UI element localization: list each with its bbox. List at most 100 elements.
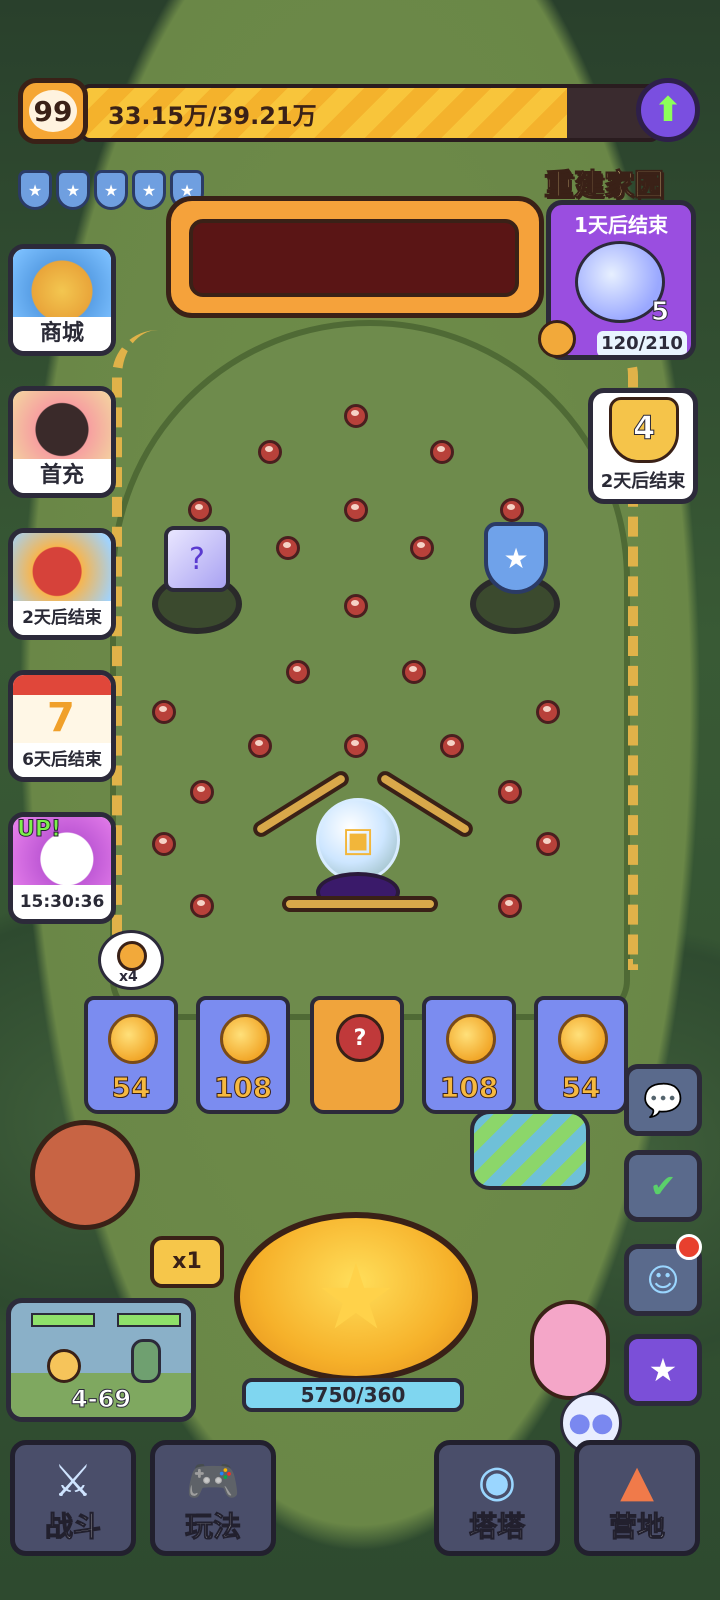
peg: [276, 536, 300, 560]
marquee-sign: [166, 196, 544, 318]
key-icon: [117, 941, 147, 971]
nav-tata-label: 塔塔: [468, 1510, 525, 1544]
peg: [536, 832, 560, 856]
trophy-event-count: 4: [632, 409, 656, 448]
star-icon: ★: [315, 1244, 397, 1350]
gift-bubble-icon: ▣: [316, 798, 400, 882]
key-icon: [538, 320, 576, 358]
coin-pile-icon: [108, 1014, 158, 1064]
gift-box-decoration: [470, 1110, 590, 1190]
first-recharge-label: 首充: [13, 459, 111, 493]
crossed-swords-icon: ⚔: [53, 1455, 93, 1507]
enemy-hp-bar: [117, 1313, 181, 1327]
up-pet-event-button[interactable]: UP! 15:30:36: [8, 812, 116, 924]
guild-button[interactable]: ★: [624, 1334, 702, 1406]
hero-sprite: [47, 1349, 81, 1383]
gamepad-icon: 🎮: [185, 1456, 241, 1507]
bird-event-icon: [13, 533, 111, 603]
shield-icon: ★: [94, 170, 128, 210]
coin-progress: 5750/360: [242, 1378, 464, 1412]
up-pet-timer: 15:30:36: [13, 885, 111, 919]
peg: [440, 734, 464, 758]
friends-icon: ☺: [646, 1261, 680, 1299]
shop-label: 商城: [13, 317, 111, 351]
trophy-event-timer: 2天后结束: [600, 471, 686, 492]
cat-emblem-icon: ★: [648, 1351, 678, 1389]
pink-pet-decoration: [530, 1300, 610, 1400]
zombie-sprite: [131, 1339, 161, 1383]
reward-slot: 108: [196, 996, 290, 1114]
coin-pile-icon: [220, 1014, 270, 1064]
cannon-decoration: [30, 1120, 140, 1230]
peg: [500, 498, 524, 522]
peg: [344, 734, 368, 758]
key-bubble: x4: [98, 930, 164, 990]
peg: [498, 894, 522, 918]
bird-event-button[interactable]: 2天后结束: [8, 528, 116, 640]
peg: [152, 700, 176, 724]
peg: [190, 894, 214, 918]
first-recharge-button[interactable]: 首充: [8, 386, 116, 498]
peg: [402, 660, 426, 684]
nav-battle[interactable]: ⚔ 战斗: [10, 1440, 136, 1556]
big-shield-icon: ★: [484, 522, 548, 594]
marquee-screen: [189, 219, 519, 297]
tent-icon: ▲: [620, 1455, 654, 1507]
slot-value: 108: [213, 1071, 273, 1105]
nav-battle-label: 战斗: [44, 1510, 101, 1544]
calendar-event-timer: 6天后结束: [13, 743, 111, 777]
cat-robot-icon: ◉: [477, 1455, 517, 1507]
chat-button[interactable]: 💬: [624, 1064, 702, 1136]
calendar-event-button[interactable]: 7 6天后结束: [8, 670, 116, 782]
player-hp-bar: [31, 1313, 95, 1327]
peg: [258, 440, 282, 464]
notification-dot: [676, 1234, 702, 1260]
coin-pile-icon: [558, 1014, 608, 1064]
bottom-rail: [282, 896, 438, 912]
peg: [410, 536, 434, 560]
peg: [152, 832, 176, 856]
slot-value: 54: [561, 1071, 601, 1105]
xp-text: 33.15万/39.21万: [108, 102, 317, 130]
tasks-button[interactable]: ✔: [624, 1150, 702, 1222]
up-badge: UP!: [16, 817, 62, 843]
peg: [536, 700, 560, 724]
launch-coin-button[interactable]: ★: [234, 1212, 478, 1382]
peg: [286, 660, 310, 684]
field-rail-left: [112, 330, 158, 970]
special-reward-slot: ?: [310, 996, 404, 1114]
first-recharge-icon: [13, 391, 111, 461]
player-level: 99: [29, 90, 77, 132]
nav-gameplay[interactable]: 🎮 玩法: [150, 1440, 276, 1556]
rebuild-event-count: 5: [650, 297, 670, 328]
shop-basket-icon: [13, 249, 111, 319]
peg: [344, 404, 368, 428]
coin-pile-icon: [446, 1014, 496, 1064]
clipboard-check-icon: ✔: [649, 1167, 677, 1205]
nav-tata[interactable]: ◉ 塔塔: [434, 1440, 560, 1556]
shop-button[interactable]: 商城: [8, 244, 116, 356]
nav-gameplay-label: 玩法: [184, 1510, 241, 1544]
mystery-star-icon: ?: [336, 1014, 384, 1062]
shield-icon: ★: [18, 170, 52, 210]
reward-slot: 54: [534, 996, 628, 1114]
peg: [344, 498, 368, 522]
multiplier-button[interactable]: x1: [150, 1236, 224, 1288]
rebuild-event-timer: 1天后结束: [574, 213, 668, 237]
player-level-badge[interactable]: 99: [18, 78, 88, 144]
nav-camp[interactable]: ▲ 营地: [574, 1440, 700, 1556]
chat-icon: 💬: [643, 1081, 683, 1119]
peg: [498, 780, 522, 804]
shield-icon: ★: [132, 170, 166, 210]
peg: [430, 440, 454, 464]
stage-label: 4-69: [70, 1385, 132, 1414]
level-up-arrow-icon[interactable]: ⬆: [636, 78, 700, 142]
trophy-event-card[interactable]: 4 2天后结束: [588, 388, 698, 504]
calendar-7-icon: 7: [13, 675, 111, 745]
peg: [248, 734, 272, 758]
rebuild-event-title: 重建家园: [544, 168, 665, 204]
stage-preview[interactable]: 4-69: [6, 1298, 196, 1422]
shield-icon: ★: [56, 170, 90, 210]
pinball-field: [110, 320, 630, 1020]
slot-value: 54: [111, 1071, 151, 1105]
